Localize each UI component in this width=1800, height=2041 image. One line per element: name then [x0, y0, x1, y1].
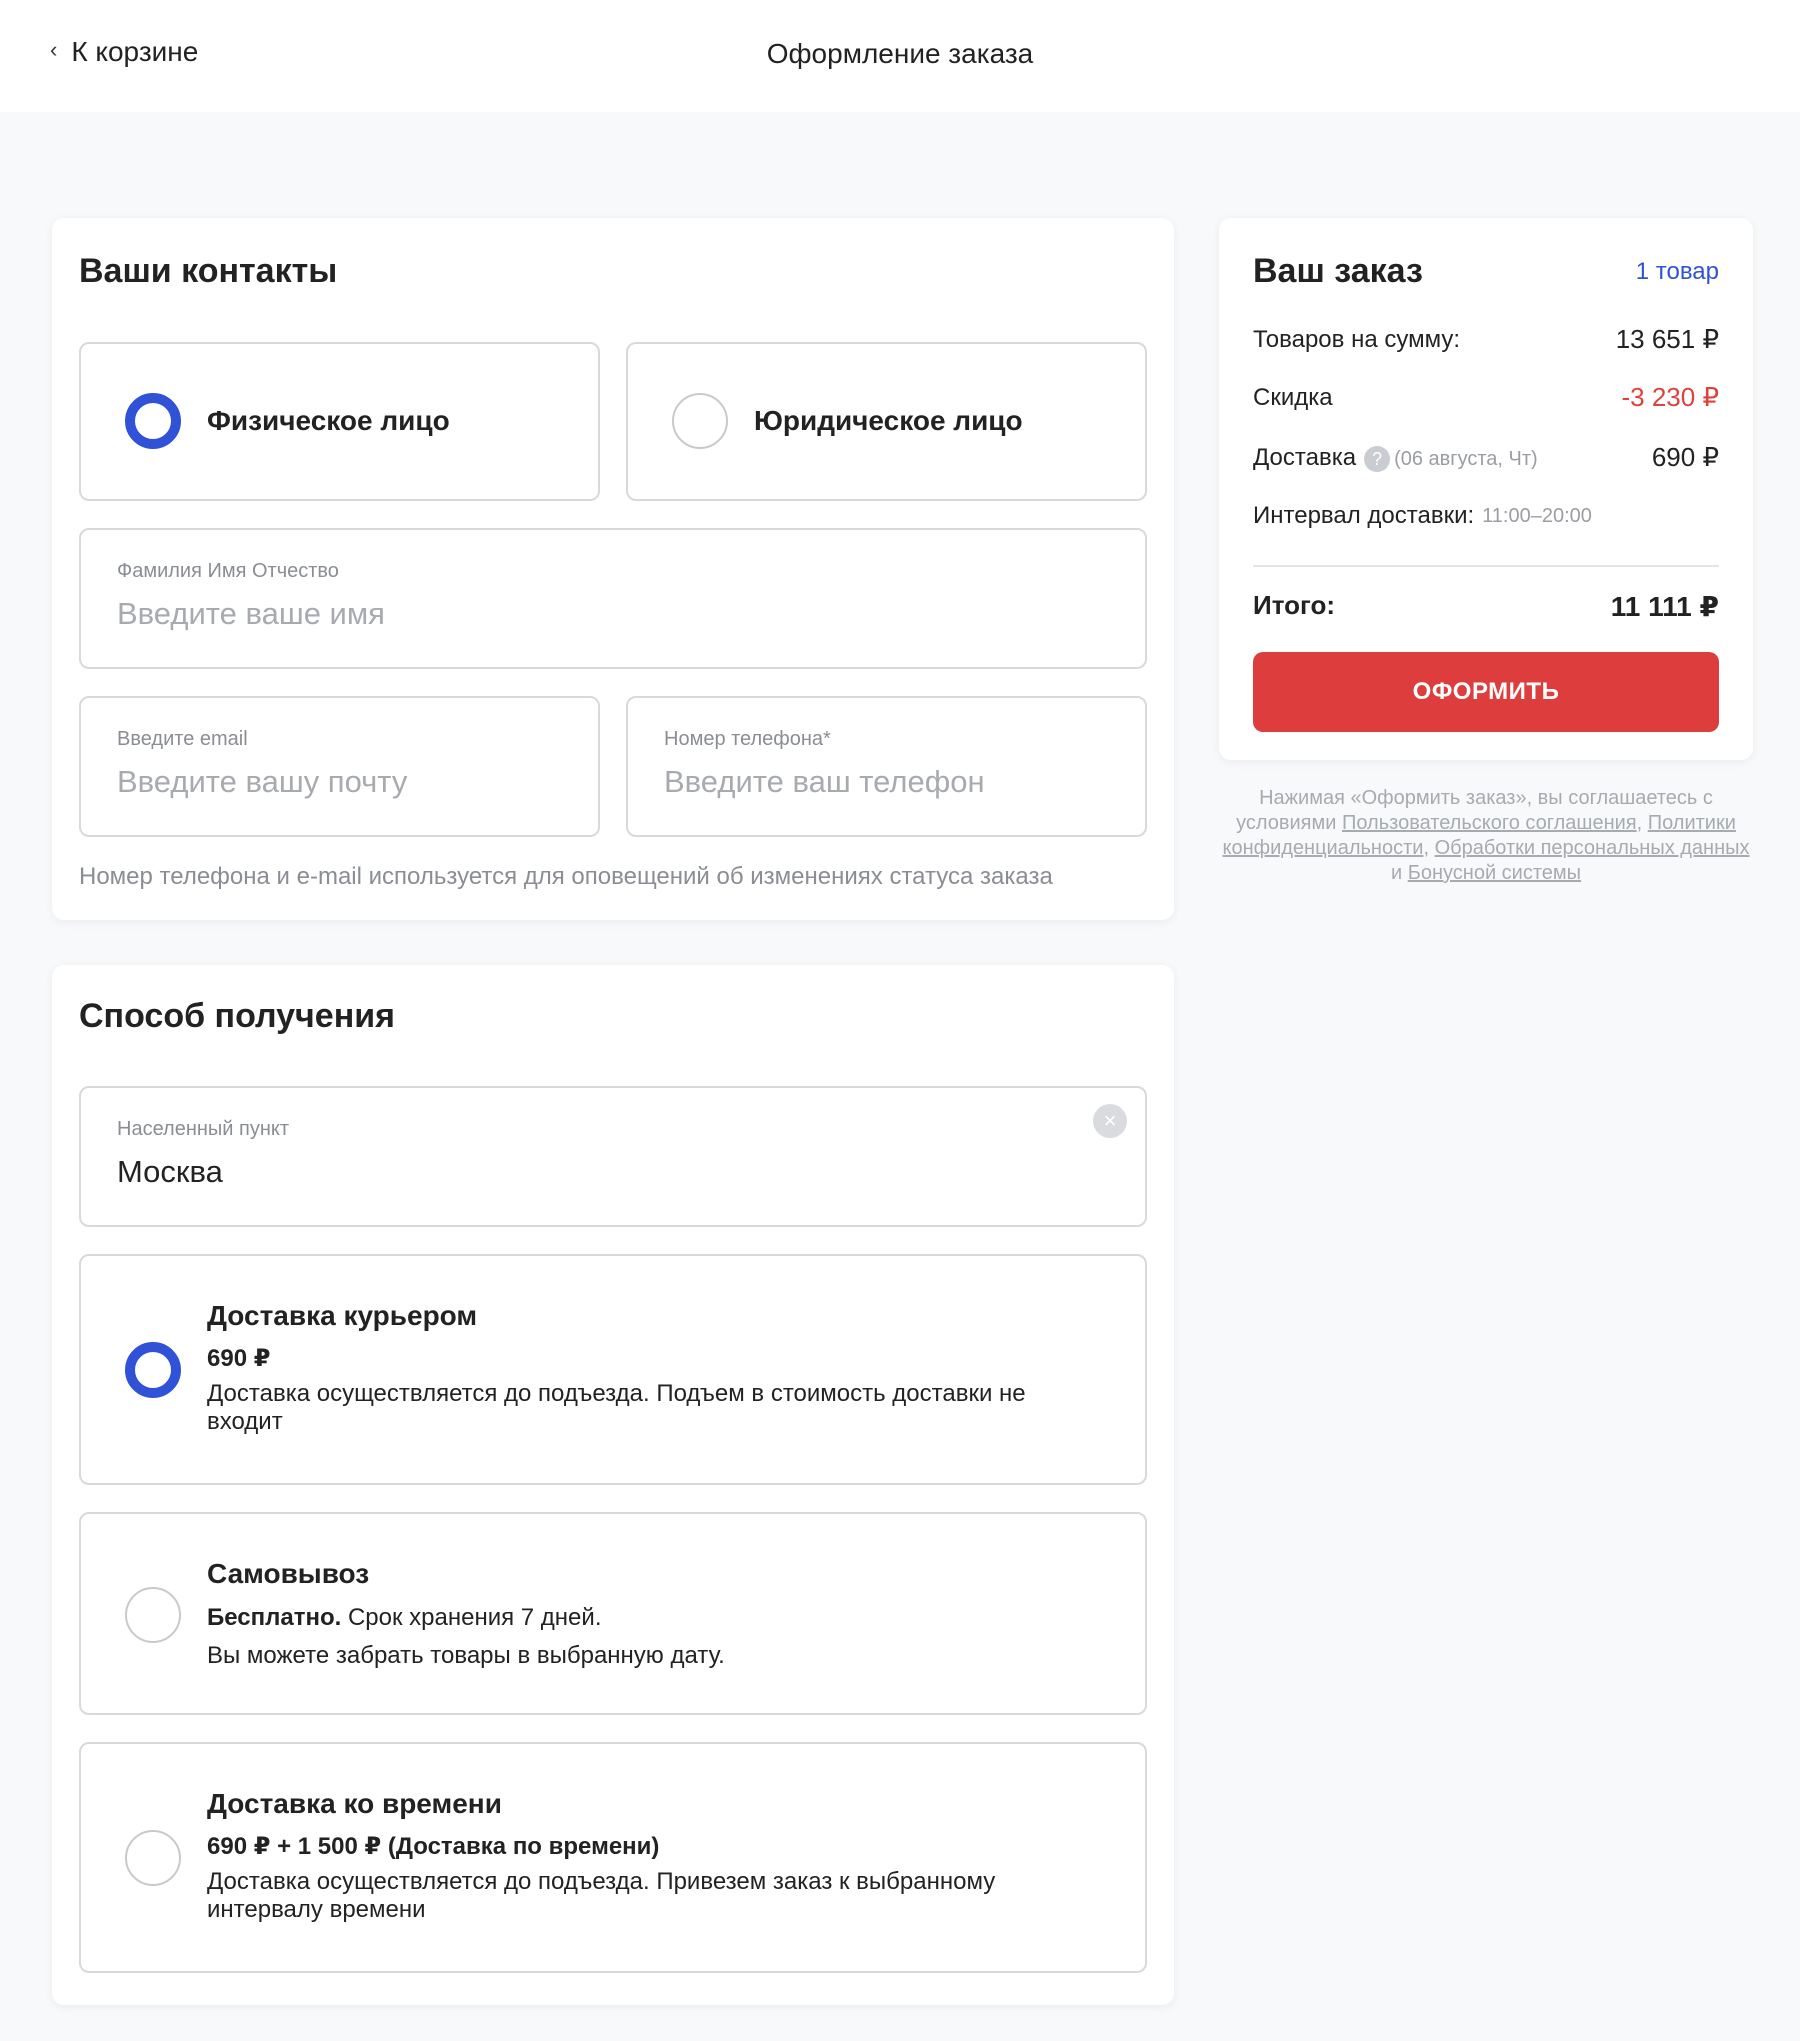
terms-notice: Нажимая «Оформить заказ», вы соглашаетес… — [1219, 786, 1753, 886]
order-summary-card: Ваш заказ 1 товар Товаров на сумму: 13 6… — [1219, 218, 1753, 760]
courier-price: 690 ₽ — [207, 1345, 271, 1372]
name-input[interactable] — [117, 594, 1115, 634]
delivery-card: Способ получения Населенный пункт × Дост… — [52, 965, 1174, 2005]
close-circle-icon[interactable]: × — [1093, 1104, 1127, 1138]
radio-individual[interactable] — [125, 393, 181, 449]
discount-label: Скидка — [1253, 383, 1333, 411]
page-title: Оформление заказа — [766, 38, 1034, 69]
radio-pickup[interactable] — [125, 1587, 181, 1643]
delivery-title: Способ получения — [79, 997, 395, 1035]
individual-label: Физическое лицо — [207, 405, 450, 436]
radio-courier[interactable] — [125, 1342, 181, 1398]
discount-value: -3 230 ₽ — [1621, 382, 1720, 412]
contacts-hint: Номер телефона и e-mail используется для… — [79, 863, 1053, 890]
subtotal-value: 13 651 ₽ — [1615, 324, 1719, 354]
top-bar: ‹ К корзине Оформление заказа — [0, 0, 1800, 112]
submit-order-button[interactable]: ОФОРМИТЬ — [1253, 652, 1719, 732]
person-type-legal[interactable]: Юридическое лицо — [626, 342, 1147, 501]
interval-label: Интервал доставки: — [1253, 502, 1475, 529]
timed-title: Доставка ко времени — [207, 1788, 502, 1819]
total-value: 11 111 ₽ — [1610, 591, 1719, 622]
city-field-label: Населенный пункт — [117, 1118, 290, 1140]
shipping-date: (06 августа, Чт) — [1394, 447, 1538, 470]
pickup-description: Вы можете забрать товары в выбранную дат… — [207, 1642, 725, 1669]
total-label: Итого: — [1253, 590, 1335, 620]
shipping-label: Доставка — [1253, 443, 1357, 471]
courier-description: Доставка осуществляется до подъезда. Под… — [207, 1380, 1026, 1435]
order-items-count-link[interactable]: 1 товар — [1636, 258, 1719, 286]
name-field[interactable]: Фамилия Имя Отчество — [79, 528, 1147, 669]
order-title: Ваш заказ — [1253, 252, 1423, 290]
contacts-title: Ваши контакты — [79, 252, 338, 290]
legal-label: Юридическое лицо — [754, 405, 1023, 436]
delivery-option-pickup[interactable]: Самовывоз Бесплатно. Срок хранения 7 дне… — [79, 1512, 1147, 1715]
terms-link-bonus[interactable]: Бонусной системы — [1408, 862, 1581, 884]
phone-input[interactable] — [664, 762, 1115, 802]
delivery-option-timed[interactable]: Доставка ко времени 690 ₽ + 1 500 ₽ (Дос… — [79, 1742, 1147, 1973]
terms-separator: , — [1423, 837, 1429, 859]
phone-field-label: Номер телефона* — [664, 728, 831, 750]
contacts-card: Ваши контакты Физическое лицо Юридическо… — [52, 218, 1174, 920]
email-field-label: Введите email — [117, 728, 248, 750]
terms-link-personal-data[interactable]: Обработки персональных данных — [1435, 837, 1750, 859]
shipping-value: 690 ₽ — [1651, 442, 1719, 472]
shipping-info: Доставка? (06 августа, Чт) — [1253, 444, 1538, 472]
discount-row: Скидка -3 230 ₽ — [1253, 382, 1719, 413]
pickup-storage: Срок хранения 7 дней. — [347, 1604, 602, 1631]
order-divider — [1253, 565, 1719, 567]
timed-price: 690 ₽ + 1 500 ₽ (Доставка по времени) — [207, 1833, 660, 1860]
name-field-label: Фамилия Имя Отчество — [117, 560, 339, 582]
subtotal-label: Товаров на сумму: — [1253, 325, 1461, 353]
city-input[interactable] — [117, 1152, 1115, 1192]
courier-title: Доставка курьером — [207, 1300, 478, 1331]
radio-timed[interactable] — [125, 1830, 181, 1886]
pickup-title: Самовывоз — [207, 1558, 370, 1589]
phone-field[interactable]: Номер телефона* — [626, 696, 1147, 837]
terms-link-user-agreement[interactable]: Пользовательского соглашения — [1342, 812, 1637, 834]
email-field[interactable]: Введите email — [79, 696, 600, 837]
timed-description: Доставка осуществляется до подъезда. При… — [207, 1868, 996, 1923]
pickup-terms: Бесплатно. Срок хранения 7 дней. — [207, 1604, 1085, 1632]
city-field[interactable]: Населенный пункт × — [79, 1086, 1147, 1227]
terms-separator: , — [1636, 812, 1643, 834]
subtotal-row: Товаров на сумму: 13 651 ₽ — [1253, 324, 1719, 355]
shipping-row: Доставка? (06 августа, Чт) 690 ₽ — [1253, 442, 1719, 473]
interval-row: Интервал доставки: 11:00–20:00 — [1253, 502, 1719, 530]
pickup-price: Бесплатно. — [207, 1604, 342, 1631]
total-row: Итого: 11 111 ₽ — [1253, 590, 1719, 623]
interval-value: 11:00–20:00 — [1482, 504, 1592, 527]
terms-and: и — [1390, 862, 1403, 884]
question-circle-icon[interactable]: ? — [1364, 445, 1391, 472]
radio-legal[interactable] — [672, 393, 728, 449]
person-type-individual[interactable]: Физическое лицо — [79, 342, 600, 501]
delivery-option-courier[interactable]: Доставка курьером 690 ₽ Доставка осущест… — [79, 1254, 1147, 1485]
email-input[interactable] — [117, 762, 568, 802]
